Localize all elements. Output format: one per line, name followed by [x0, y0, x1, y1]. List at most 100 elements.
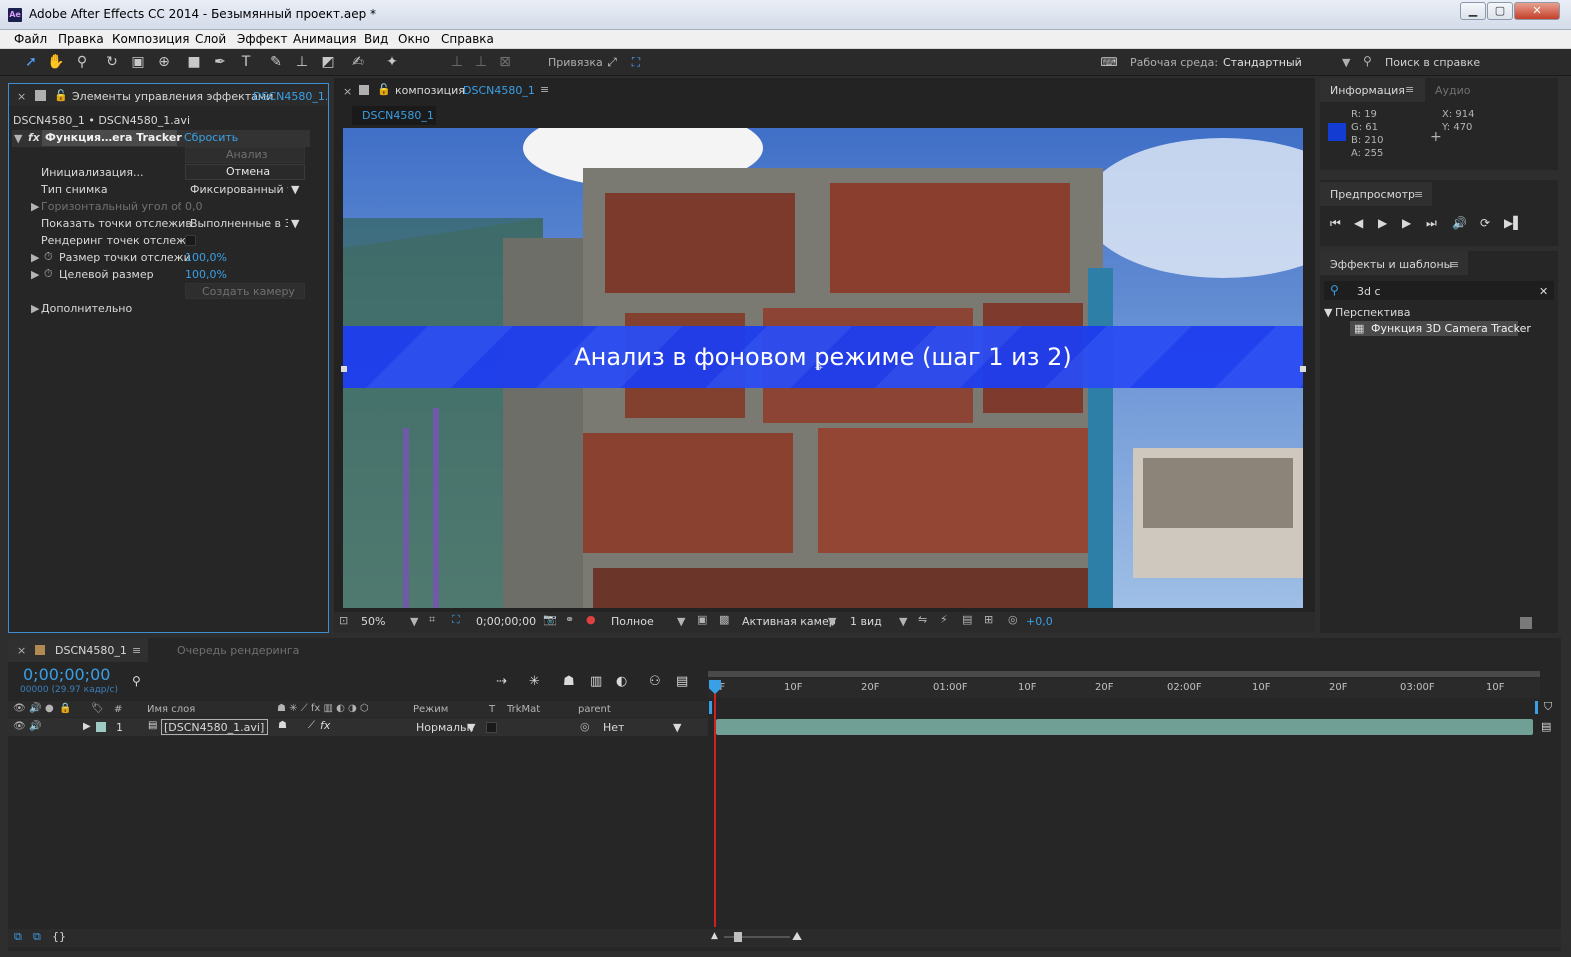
frame-blending-icon[interactable]: ▥ [590, 674, 602, 689]
axis-world-icon[interactable]: ⊥ [471, 53, 491, 71]
snap-features-icon[interactable]: ⛶ [626, 53, 646, 71]
comp-tab-label[interactable]: композиция [395, 84, 465, 97]
fx-icon[interactable]: fx [28, 131, 40, 144]
resolution-select[interactable]: Полное [611, 615, 654, 628]
transfer-controls-toggle-icon[interactable]: ⧉ [33, 930, 41, 944]
hand-tool-icon[interactable]: ✋ [46, 53, 66, 71]
brainstorm-icon[interactable]: ⚇ [649, 674, 661, 689]
work-area-start[interactable] [709, 701, 712, 714]
expand-triangle-icon[interactable]: ▶ [31, 200, 39, 213]
menu-file[interactable]: Файл [14, 32, 47, 46]
title-safe-icon[interactable]: ⌗ [429, 613, 435, 627]
workspace-select[interactable]: Стандартный [1223, 56, 1302, 69]
maximize-button[interactable]: ▢ [1487, 2, 1513, 20]
pen-tool-icon[interactable]: ✒ [210, 53, 230, 71]
work-area-bar[interactable] [708, 671, 1540, 677]
new-folder-icon[interactable] [1520, 617, 1532, 629]
views-dropdown-icon[interactable]: ▼ [899, 615, 907, 628]
exposure-value[interactable]: +0,0 [1026, 615, 1053, 628]
panel-menu-icon[interactable]: ≡ [1405, 83, 1414, 96]
clone-stamp-tool-icon[interactable]: ⊥ [292, 53, 312, 71]
comp-mini-flowchart-icon[interactable]: ⇢ [496, 674, 507, 689]
camera-select[interactable]: Активная камер [742, 615, 836, 628]
snapshot-icon[interactable]: 📷 [543, 613, 557, 626]
close-button[interactable]: ✕ [1514, 2, 1560, 20]
effect-name[interactable]: Функция…era Tracker [45, 131, 182, 144]
solo-icon[interactable]: ● [45, 703, 54, 714]
clear-search-icon[interactable]: ✕ [1539, 285, 1548, 298]
close-panel-icon[interactable]: × [343, 85, 352, 98]
work-area-end[interactable] [1535, 701, 1538, 714]
shy-switch-icon[interactable]: ☗ [278, 720, 287, 731]
eraser-tool-icon[interactable]: ◩ [318, 53, 338, 71]
close-panel-icon[interactable]: × [17, 90, 26, 103]
mode-dropdown-icon[interactable]: ▼ [467, 721, 475, 734]
panel-menu-icon[interactable]: ≡ [1414, 188, 1423, 201]
menu-window[interactable]: Окно [398, 32, 430, 46]
toggle-pixel-aspect-icon[interactable]: ⇋ [918, 613, 927, 626]
shot-type-select[interactable]: Фиксированный угол [190, 183, 288, 196]
menu-help[interactable]: Справка [441, 32, 494, 46]
label-tag-icon[interactable]: 🏷 [91, 703, 104, 714]
zoom-dropdown-icon[interactable]: ▼ [410, 615, 418, 628]
effect-item-3d-camera-tracker[interactable]: Функция 3D Camera Tracker [1371, 322, 1531, 335]
puppet-pin-tool-icon[interactable]: ✦ [382, 53, 402, 71]
loop-icon[interactable]: ⟳ [1480, 216, 1490, 230]
lock-icon[interactable]: 🔒 [59, 703, 71, 714]
roto-brush-tool-icon[interactable]: ✍ [348, 53, 368, 71]
panel-menu-icon[interactable]: ≡ [1450, 258, 1459, 271]
transparency-grid-icon[interactable]: ▩ [719, 613, 729, 626]
zoom-in-icon[interactable]: ⛰ [792, 929, 802, 944]
rotate-tool-icon[interactable]: ↻ [102, 53, 122, 71]
search-icon[interactable]: ⚲ [132, 674, 141, 688]
comp-tab-name[interactable]: DSCN4580_1 [463, 84, 535, 97]
minimize-button[interactable]: ▁ [1460, 2, 1486, 20]
lock-icon[interactable]: 🔓 [54, 89, 68, 102]
brush-tool-icon[interactable]: ✎ [266, 53, 286, 71]
show-track-points-dropdown-icon[interactable]: ▼ [291, 217, 299, 230]
effects-presets-tab[interactable]: Эффекты и шаблоны [1330, 258, 1452, 271]
audio-icon[interactable]: 🔊 [1452, 216, 1467, 230]
menu-effect[interactable]: Эффект [237, 32, 288, 46]
mask-visibility-icon[interactable]: ⛶ [452, 613, 460, 627]
collapse-triangle-icon[interactable]: ▼ [14, 132, 22, 145]
video-eye-icon[interactable]: 👁 [13, 703, 26, 714]
first-frame-icon[interactable]: ⏮ [1330, 216, 1341, 231]
prev-frame-icon[interactable]: ◀ [1354, 216, 1363, 230]
zoom-out-icon[interactable]: ▲ [711, 931, 718, 941]
info-tab[interactable]: Информация [1330, 84, 1405, 97]
stopwatch-icon[interactable]: ⏱ [44, 267, 53, 281]
panel-menu-icon[interactable]: ≡ [540, 83, 549, 96]
in-out-toggle-icon[interactable]: {} [52, 930, 66, 943]
hide-shy-layers-icon[interactable]: ☗ [563, 674, 575, 689]
effects-search-input[interactable]: 3d c [1357, 285, 1381, 298]
preserve-transparency-checkbox[interactable] [486, 722, 497, 733]
reset-link[interactable]: Сбросить [184, 131, 238, 144]
preview-tab[interactable]: Предпросмотр [1330, 188, 1415, 201]
layer-mode-select[interactable]: Нормальн [416, 721, 474, 734]
last-frame-icon[interactable]: ⏭ [1426, 216, 1437, 231]
menu-composition[interactable]: Композиция [112, 32, 189, 46]
pan-behind-tool-icon[interactable]: ⊕ [154, 53, 174, 71]
audio-speaker-icon[interactable]: 🔊 [29, 703, 41, 714]
audio-speaker-icon[interactable]: 🔊 [29, 721, 41, 732]
flowchart-icon[interactable]: ⊞ [984, 613, 993, 626]
current-time-indicator[interactable] [714, 680, 716, 927]
zoom-select[interactable]: 50% [361, 615, 385, 628]
close-panel-icon[interactable]: × [17, 644, 26, 657]
parent-dropdown-icon[interactable]: ▼ [673, 721, 681, 734]
menu-edit[interactable]: Правка [58, 32, 104, 46]
label-color-swatch[interactable] [96, 722, 106, 732]
stopwatch-icon[interactable]: ⏱ [44, 250, 53, 264]
timeline-tab-name[interactable]: DSCN4580_1 [55, 644, 127, 657]
axis-view-icon[interactable]: ⊠ [495, 53, 515, 71]
layer-duration-bar[interactable] [716, 719, 1533, 735]
layer-parent-select[interactable]: Нет [603, 721, 624, 734]
next-frame-icon[interactable]: ▶ [1402, 216, 1411, 230]
views-select[interactable]: 1 вид [850, 615, 882, 628]
menu-animation[interactable]: Анимация [293, 32, 356, 46]
workspace-dropdown-icon[interactable]: ▼ [1342, 56, 1350, 69]
timeline-icon[interactable]: ▤ [962, 613, 972, 626]
rectangle-tool-icon[interactable]: ■ [184, 53, 204, 71]
motion-blur-icon[interactable]: ◐ [616, 674, 627, 689]
